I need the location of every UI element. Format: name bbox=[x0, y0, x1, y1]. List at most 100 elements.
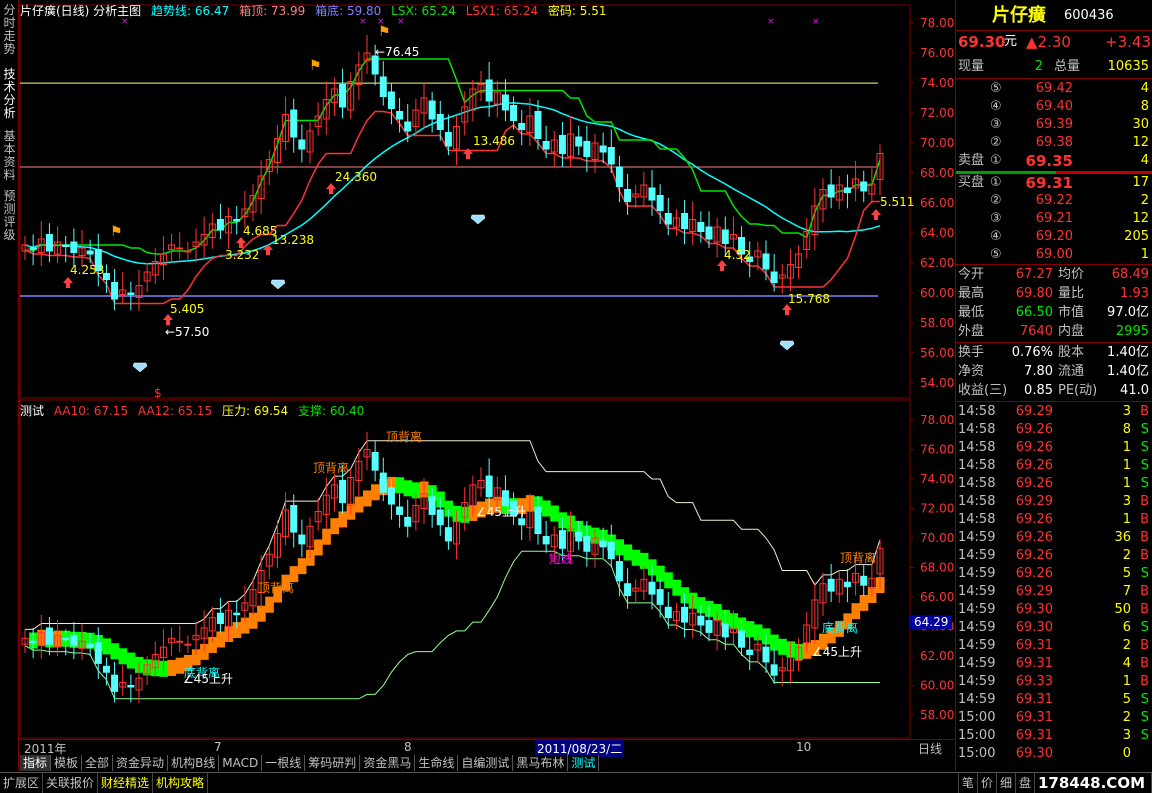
tab-one-line[interactable]: 一根线 bbox=[262, 755, 306, 771]
tab-test[interactable]: 测试 bbox=[568, 755, 600, 771]
ribbon-block bbox=[354, 496, 364, 513]
tick-row: 14:59 69.26 2 B bbox=[956, 547, 1152, 565]
stat-label: 流通 bbox=[1058, 364, 1085, 379]
sub-candle-body bbox=[233, 612, 241, 616]
y-tick-label: 70.00 bbox=[920, 531, 954, 545]
tick-time: 14:58 bbox=[958, 512, 996, 527]
tab-price[interactable]: 价 bbox=[978, 773, 997, 793]
tab-macd[interactable]: MACD bbox=[219, 755, 263, 771]
sub-chart-title: 测试 bbox=[20, 404, 45, 418]
pressure-value: 压力: 69.54 bbox=[221, 404, 289, 418]
main-candle-body bbox=[29, 247, 37, 250]
sub-candle-body bbox=[176, 640, 184, 643]
sub-candle-body bbox=[624, 583, 632, 597]
sell1-vol: 4 bbox=[1140, 153, 1149, 168]
top-annotation: 24.360 bbox=[335, 170, 377, 184]
tab-tick[interactable]: 笔 bbox=[957, 773, 978, 793]
runner-icon: ⚑ bbox=[309, 58, 322, 74]
buy-vol: 1 bbox=[1140, 247, 1149, 262]
sub-candle-body bbox=[501, 490, 509, 507]
tick-time: 14:59 bbox=[958, 692, 996, 707]
main-candle-body bbox=[184, 250, 192, 253]
sub-frame bbox=[19, 399, 911, 739]
separator bbox=[956, 30, 1152, 31]
tick-row: 14:59 69.31 5 S bbox=[956, 691, 1152, 709]
tick-price: 69.31 bbox=[1015, 692, 1053, 707]
now-vol: 2 bbox=[1034, 59, 1043, 74]
buy-row: ③ 69.21 12 bbox=[956, 210, 1152, 228]
tick-row: 14:59 69.26 5 S bbox=[956, 565, 1152, 583]
tick-side: S bbox=[1140, 728, 1149, 743]
buy-level: ④ bbox=[990, 229, 1002, 244]
diamond-icon bbox=[779, 340, 795, 351]
top-annotation: 4.253 bbox=[70, 263, 104, 277]
sub-candle-body bbox=[216, 612, 224, 625]
tab-fund-move[interactable]: 资金异动 bbox=[113, 755, 169, 771]
main-candle-body bbox=[648, 187, 656, 201]
tick-time: 14:59 bbox=[958, 674, 996, 689]
main-candle-body bbox=[111, 282, 119, 300]
buy-row: ② 69.22 2 bbox=[956, 192, 1152, 210]
stat-label: 量比 bbox=[1058, 286, 1085, 301]
tick-row: 14:58 69.26 1 S bbox=[956, 439, 1152, 457]
tick-vol: 5 bbox=[1122, 566, 1131, 581]
tab-custom[interactable]: 自编测试 bbox=[458, 755, 514, 771]
tab-related[interactable]: 关联报价 bbox=[43, 773, 99, 793]
main-candle-body bbox=[485, 79, 493, 102]
tick-vol: 36 bbox=[1114, 530, 1131, 545]
tick-side: B bbox=[1140, 602, 1149, 617]
main-candle-body bbox=[624, 189, 632, 202]
sub-annotation: 顶背离 bbox=[840, 550, 876, 565]
tab-boll[interactable]: 黑马布林 bbox=[513, 755, 569, 771]
y-tick-label: 66.00 bbox=[920, 590, 954, 604]
sell-price: 69.39 bbox=[1035, 117, 1073, 132]
buy1-row: 买盘 ① 69.31 17 bbox=[956, 174, 1152, 192]
tab-extension[interactable]: 扩展区 bbox=[0, 773, 44, 793]
tick-vol: 1 bbox=[1122, 440, 1131, 455]
tick-price: 69.29 bbox=[1015, 494, 1053, 509]
tab-detail[interactable]: 细 bbox=[997, 773, 1016, 793]
sub-candle-body bbox=[575, 531, 583, 542]
signal-dot-icon: × bbox=[397, 17, 405, 27]
main-candle-body bbox=[583, 141, 591, 157]
stat-value: 1.40亿 bbox=[1107, 364, 1149, 379]
signal-dot-icon: × bbox=[767, 17, 775, 27]
sell-price: 69.40 bbox=[1035, 99, 1073, 114]
sell-level: ② bbox=[990, 135, 1002, 150]
tick-side: S bbox=[1140, 566, 1149, 581]
tab-indicator[interactable]: 指标 bbox=[20, 755, 52, 771]
sub-candle-body bbox=[860, 575, 868, 586]
sub-candle-body bbox=[29, 640, 37, 644]
buy-price: 69.22 bbox=[1035, 193, 1073, 208]
sell-row: ③ 69.39 30 bbox=[956, 116, 1152, 134]
tick-price: 69.31 bbox=[1015, 728, 1053, 743]
sub-candle-body bbox=[607, 541, 615, 560]
tab-book[interactable]: 盘 bbox=[1016, 773, 1035, 793]
tab-institution[interactable]: 机构攻略 bbox=[153, 773, 209, 793]
sub-candle-body bbox=[371, 451, 379, 471]
tab-chips[interactable]: 筹码研判 bbox=[305, 755, 361, 771]
tab-finance[interactable]: 财经精选 bbox=[98, 773, 154, 793]
sub-candle-body bbox=[558, 530, 566, 549]
tick-side: B bbox=[1140, 494, 1149, 509]
aa12-value: AA12: 65.15 bbox=[137, 404, 213, 418]
ribbon-block bbox=[322, 528, 331, 545]
ribbon-block bbox=[118, 648, 128, 665]
y-tick-label: 54.00 bbox=[920, 376, 954, 390]
sub-candle-body bbox=[534, 506, 542, 535]
buy-vol: 12 bbox=[1132, 211, 1149, 226]
sell-label: 卖盘 bbox=[958, 153, 985, 168]
sub-candle-body bbox=[681, 606, 689, 623]
tab-life-line[interactable]: 生命线 bbox=[415, 755, 459, 771]
y-tick-label: 62.00 bbox=[920, 649, 954, 663]
tab-all[interactable]: 全部 bbox=[82, 755, 114, 771]
total-vol: 10635 bbox=[1107, 59, 1149, 74]
main-candle-body bbox=[233, 219, 241, 222]
tick-time: 14:59 bbox=[958, 566, 996, 581]
stat-row: 收益(三) 0.85 PE(动) 41.0 bbox=[956, 382, 1152, 400]
tab-inst-b[interactable]: 机构B线 bbox=[168, 755, 220, 771]
tab-template[interactable]: 模板 bbox=[51, 755, 83, 771]
buy1-vol: 17 bbox=[1132, 175, 1149, 190]
tab-dark-horse[interactable]: 资金黑马 bbox=[360, 755, 416, 771]
kline-chart[interactable]: 78.00 76.00 74.00 72.00 70.00 68.00 66.00 64.00… bbox=[0, 0, 955, 760]
